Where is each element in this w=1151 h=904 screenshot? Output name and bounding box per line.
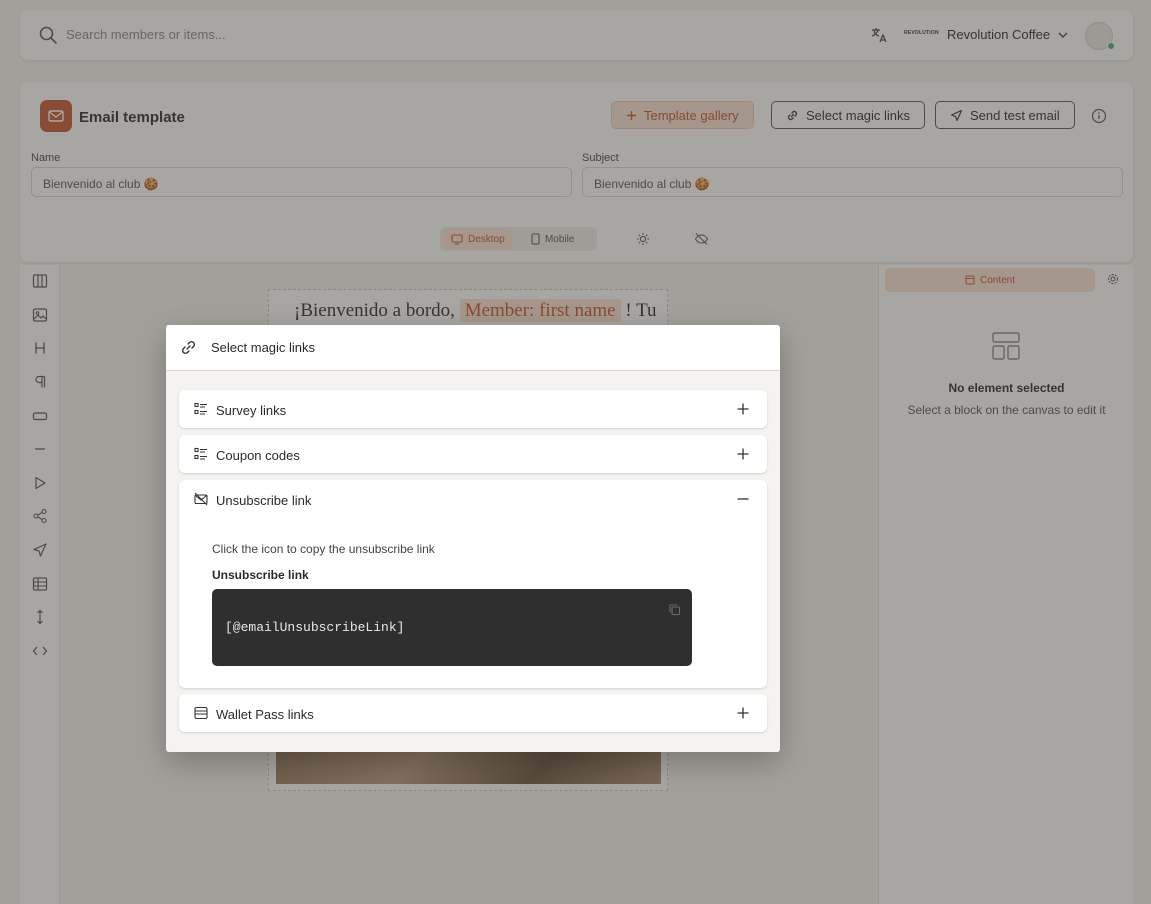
unsubscribe-field-label: Unsubscribe link xyxy=(212,568,309,582)
accordion-header[interactable]: Survey links xyxy=(179,390,767,428)
accordion-unsubscribe-link: Unsubscribe link Click the icon to copy … xyxy=(179,480,767,688)
minus-icon[interactable] xyxy=(736,492,750,506)
accordion-coupon-codes[interactable]: Coupon codes xyxy=(179,435,767,473)
list-icon xyxy=(194,447,208,461)
mail-off-icon xyxy=(194,492,208,506)
wallet-icon xyxy=(194,706,208,720)
accordion-wallet-pass-links[interactable]: Wallet Pass links xyxy=(179,694,767,732)
dialog-header: Select magic links xyxy=(166,325,780,371)
link-icon xyxy=(180,339,197,356)
dialog-title: Select magic links xyxy=(211,340,316,355)
plus-icon[interactable] xyxy=(736,706,750,720)
select-magic-links-dialog: Select magic links Survey links Coupon c… xyxy=(166,325,780,752)
accordion-header[interactable]: Unsubscribe link xyxy=(179,480,767,518)
accordion-header[interactable]: Coupon codes xyxy=(179,435,767,473)
plus-icon[interactable] xyxy=(736,402,750,416)
unsubscribe-description: Click the icon to copy the unsubscribe l… xyxy=(212,542,435,556)
list-icon xyxy=(194,402,208,416)
plus-icon[interactable] xyxy=(736,447,750,461)
accordion-header[interactable]: Wallet Pass links xyxy=(179,694,767,732)
copy-icon[interactable] xyxy=(668,603,681,616)
accordion-survey-links[interactable]: Survey links xyxy=(179,390,767,428)
unsubscribe-code-box: [@emailUnsubscribeLink] xyxy=(212,589,692,666)
unsubscribe-code: [@emailUnsubscribeLink] xyxy=(225,620,405,635)
